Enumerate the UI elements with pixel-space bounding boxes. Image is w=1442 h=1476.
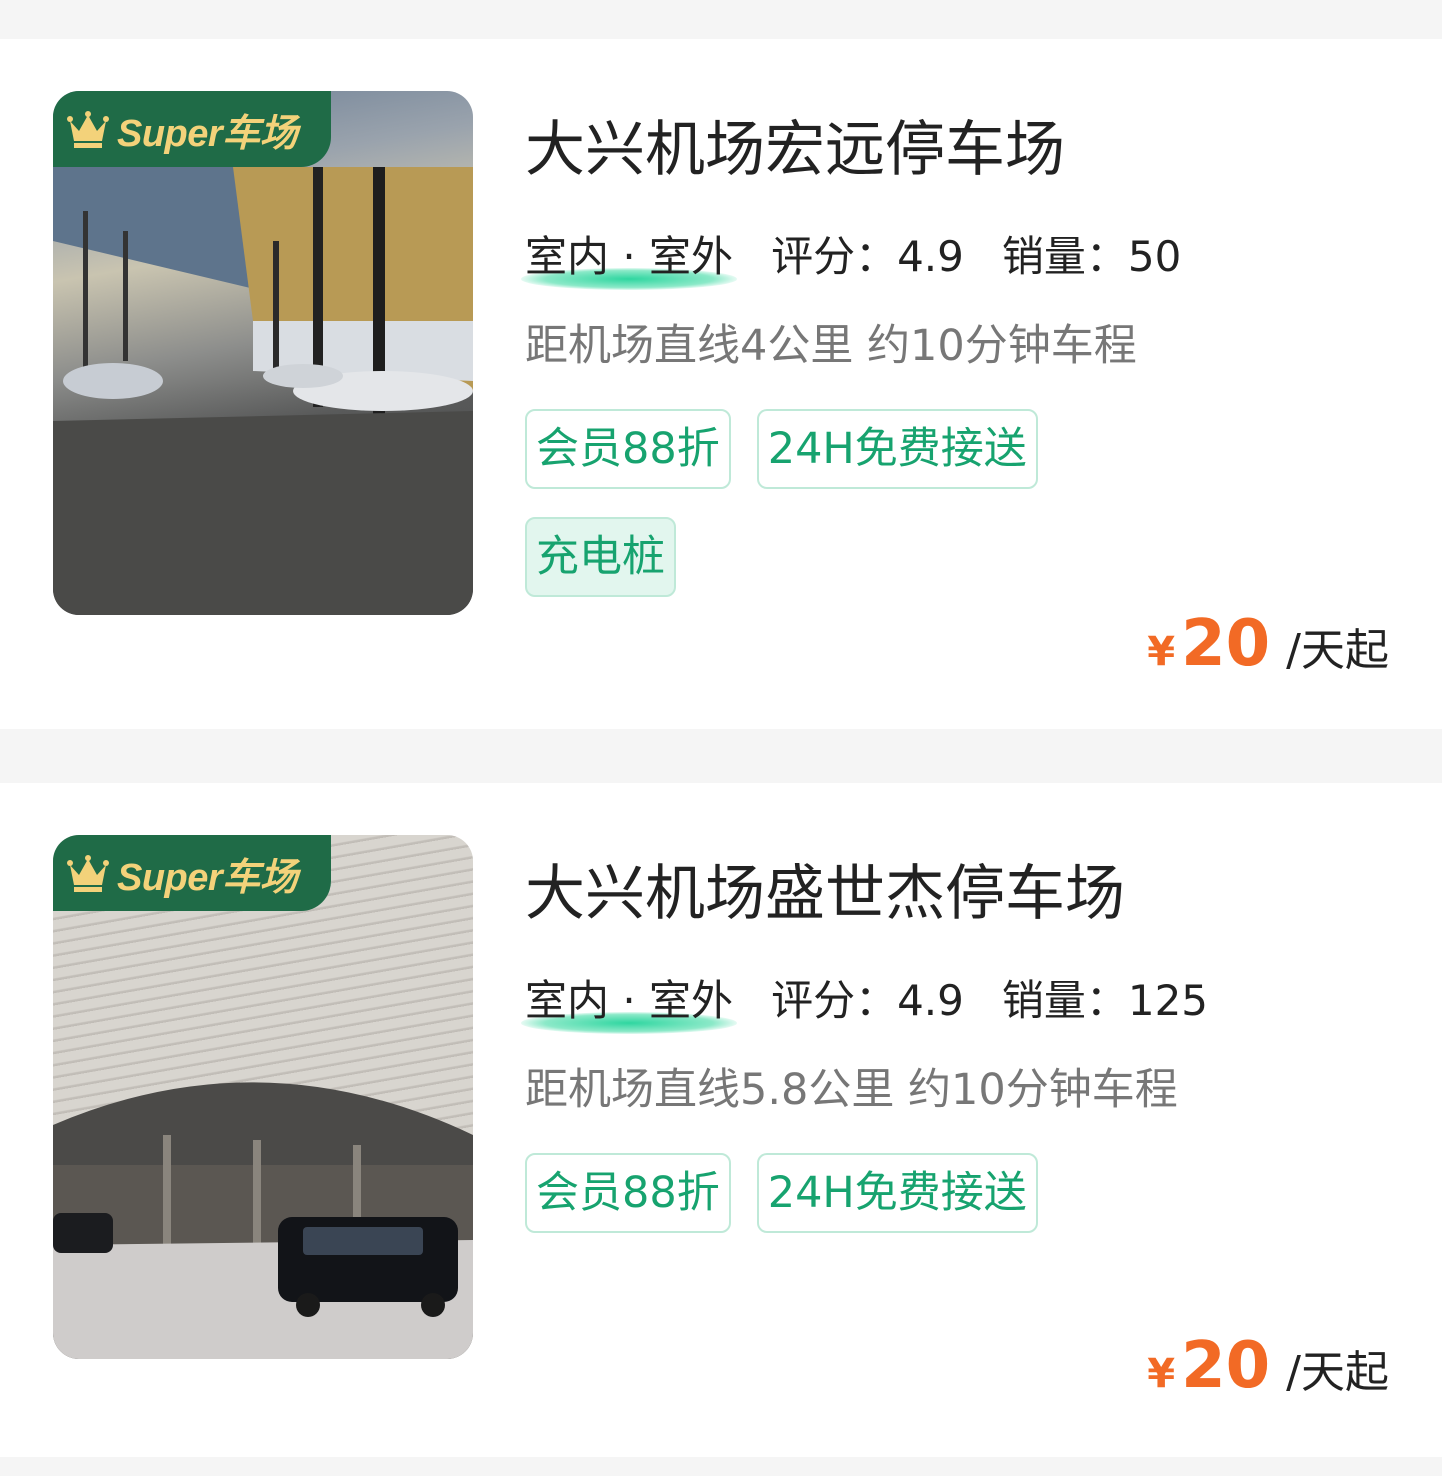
distance-info: 距机场直线4公里 约10分钟车程 <box>525 321 1137 371</box>
tag-list: 会员88折 24H免费接送 充电桩 <box>525 409 1085 625</box>
parking-title[interactable]: 大兴机场盛世杰停车场 <box>525 845 1125 932</box>
location-type: 室内 · 室外 <box>521 223 738 290</box>
super-lot-badge: Super车场 <box>53 835 331 911</box>
parking-meta: 室内 · 室外 评分：4.9 销量：50 <box>521 223 1219 290</box>
location-type-label: 室内 · 室外 <box>525 231 734 281</box>
price-currency: ¥ <box>1147 1351 1176 1397</box>
tag-member-discount: 会员88折 <box>525 1153 731 1233</box>
parking-card[interactable]: Super车场 大兴机场盛世杰停车场 室内 · 室外 评分：4.9 销量：125… <box>0 783 1442 1457</box>
price: ¥ 20 /天起 <box>1147 1329 1389 1403</box>
location-type-label: 室内 · 室外 <box>525 975 734 1025</box>
price-value: 20 <box>1181 607 1271 681</box>
price-value: 20 <box>1181 1329 1271 1403</box>
price-unit: /天起 <box>1286 625 1389 676</box>
parking-meta: 室内 · 室外 评分：4.9 销量：125 <box>521 967 1246 1034</box>
tag-member-discount: 会员88折 <box>525 409 731 489</box>
rating: 评分：4.9 <box>771 975 964 1025</box>
tag-list: 会员88折 24H免费接送 <box>525 1153 1085 1261</box>
parking-photo[interactable]: Super车场 <box>53 835 473 1359</box>
location-type: 室内 · 室外 <box>521 967 738 1034</box>
super-lot-badge: Super车场 <box>53 91 331 167</box>
parking-photo-scene <box>53 1082 473 1359</box>
rating: 评分：4.9 <box>771 231 964 281</box>
parking-list: Super车场 大兴机场宏远停车场 室内 · 室外 评分：4.9 销量：50 距… <box>0 0 1442 1476</box>
tag-charging-pile: 充电桩 <box>525 517 676 597</box>
crown-icon <box>67 111 109 148</box>
sales-count: 销量：125 <box>1001 975 1209 1025</box>
distance-info: 距机场直线5.8公里 约10分钟车程 <box>525 1065 1178 1115</box>
parking-photo-scene <box>53 167 473 615</box>
sales-count: 销量：50 <box>1001 231 1182 281</box>
price-unit: /天起 <box>1286 1347 1389 1398</box>
tag-free-shuttle: 24H免费接送 <box>756 409 1038 489</box>
super-lot-label: Super车场 <box>117 112 298 155</box>
price-currency: ¥ <box>1147 629 1176 675</box>
crown-icon <box>67 855 109 892</box>
parking-title[interactable]: 大兴机场宏远停车场 <box>525 101 1065 188</box>
parking-photo[interactable]: Super车场 <box>53 91 473 615</box>
parking-card[interactable]: Super车场 大兴机场宏远停车场 室内 · 室外 评分：4.9 销量：50 距… <box>0 39 1442 729</box>
tag-free-shuttle: 24H免费接送 <box>756 1153 1038 1233</box>
super-lot-label: Super车场 <box>117 856 298 899</box>
price: ¥ 20 /天起 <box>1147 607 1389 681</box>
